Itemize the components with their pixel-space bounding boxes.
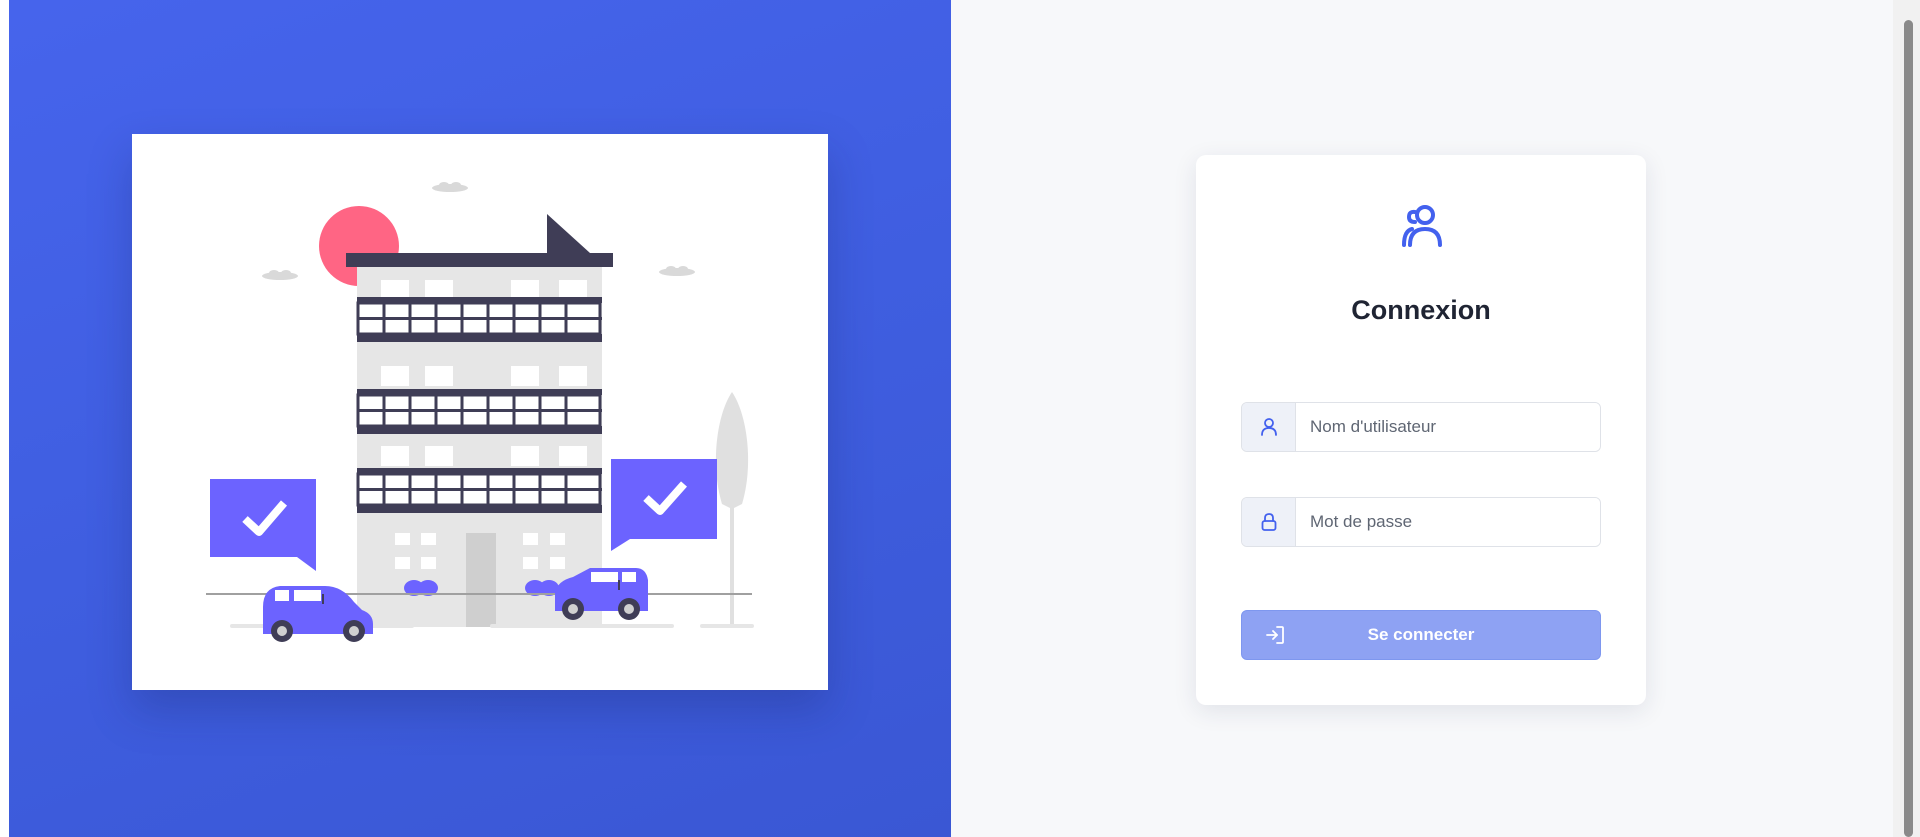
check-bubble-left — [210, 479, 316, 571]
login-card: Connexion Nom d'utilisateur Se connecter — [1196, 155, 1646, 705]
username-field — [1241, 402, 1601, 452]
login-button[interactable]: Se connecter — [1241, 610, 1601, 660]
check-bubble-right — [611, 459, 717, 551]
users-icon — [1393, 202, 1449, 252]
login-title: Connexion — [1351, 295, 1491, 325]
login-button-label: Se connecter — [1367, 625, 1475, 644]
building-illustration — [132, 134, 828, 690]
sign-in-icon — [1242, 624, 1308, 646]
lock-icon — [1242, 498, 1296, 546]
building-illustration-art — [206, 182, 754, 642]
window-edge — [0, 0, 9, 837]
password-field — [1241, 497, 1601, 547]
password-input[interactable] — [1296, 498, 1600, 546]
hero-panel — [9, 0, 951, 837]
username-input[interactable] — [1296, 403, 1600, 451]
user-icon — [1242, 403, 1296, 451]
login-panel: Connexion Nom d'utilisateur Se connecter — [951, 0, 1893, 837]
scrollbar-thumb[interactable] — [1904, 20, 1913, 837]
